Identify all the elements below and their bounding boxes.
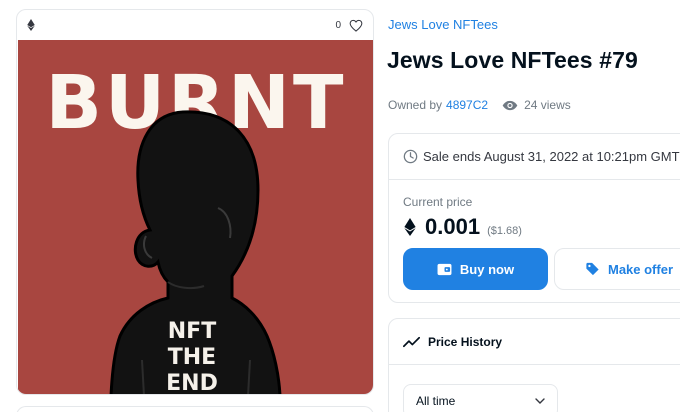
heart-icon[interactable] [349, 19, 363, 32]
wallet-icon [437, 263, 452, 275]
price-history-header[interactable]: Price History [389, 319, 680, 365]
artwork-card: 0 BURNT NFT THE END [16, 9, 374, 395]
price-history-title: Price History [428, 334, 503, 349]
price-history-panel: Price History All time [388, 318, 680, 412]
shirt-text-line-1: NFT [168, 319, 216, 344]
description-card-edge [16, 406, 374, 412]
buy-now-label: Buy now [459, 261, 515, 277]
price-fiat: ($1.68) [487, 225, 522, 237]
ethereum-icon [404, 218, 416, 236]
price-value: 0.001 [425, 214, 481, 239]
favorite-group: 0 [335, 19, 363, 32]
eye-icon [502, 100, 518, 110]
time-range-value: All time [416, 394, 456, 408]
ownership-row: Owned by 4897C2 24 views [388, 98, 571, 112]
chevron-down-icon [535, 398, 545, 404]
favorite-count: 0 [335, 19, 341, 31]
shirt-text-line-2: THE [168, 345, 216, 370]
item-title: Jews Love NFTees #79 [387, 47, 638, 73]
sale-end-text: Sale ends August 31, 2022 at 10:21pm GMT… [423, 149, 680, 164]
sale-panel: Sale ends August 31, 2022 at 10:21pm GMT… [388, 133, 680, 303]
buy-now-button[interactable]: Buy now [403, 248, 548, 290]
nft-artwork-image[interactable]: BURNT NFT THE END [18, 40, 374, 395]
collection-link[interactable]: Jews Love NFTees [388, 17, 498, 32]
shirt-text-line-3: END [166, 371, 218, 395]
clock-icon [403, 149, 418, 164]
ethereum-icon [27, 19, 35, 31]
current-price-label: Current price [403, 195, 473, 209]
owned-by-label: Owned by [388, 98, 443, 112]
sale-end-header: Sale ends August 31, 2022 at 10:21pm GMT… [389, 134, 680, 180]
make-offer-button[interactable]: Make offer [554, 248, 680, 290]
owner-link[interactable]: 4897C2 [446, 98, 488, 112]
artwork-card-header: 0 [17, 10, 373, 40]
time-range-select[interactable]: All time [403, 384, 558, 412]
make-offer-label: Make offer [607, 261, 674, 277]
trending-line-icon [403, 336, 420, 347]
current-price: 0.001 ($1.68) [404, 214, 522, 240]
view-count: 24 views [524, 98, 571, 112]
tag-icon [586, 262, 599, 276]
